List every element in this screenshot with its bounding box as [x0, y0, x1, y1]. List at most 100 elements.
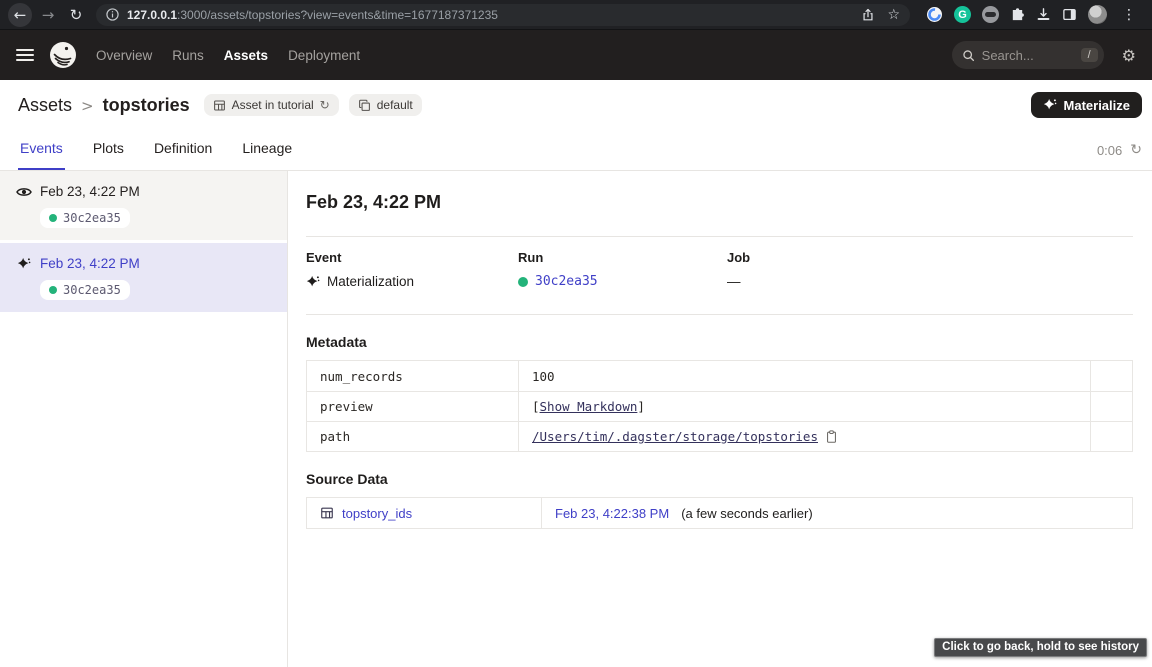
tab-events[interactable]: Events	[18, 140, 65, 170]
run-id: 30c2ea35	[63, 211, 121, 225]
metadata-section-title: Metadata	[306, 334, 1133, 350]
profile-avatar[interactable]	[1088, 5, 1107, 24]
breadcrumb: Assets > topstories	[18, 95, 190, 116]
extension-icon[interactable]	[926, 6, 943, 23]
tab-plots[interactable]: Plots	[91, 140, 126, 170]
code-location-label: Asset in tutorial	[232, 98, 314, 112]
event-type-value: Materialization	[327, 274, 414, 289]
run-status-dot	[49, 286, 57, 294]
sparkle-icon	[16, 257, 32, 271]
grammarly-icon[interactable]: G	[954, 6, 971, 23]
nav-links: Overview Runs Assets Deployment	[96, 48, 360, 63]
nav-item-assets[interactable]: Assets	[224, 48, 268, 63]
refresh-countdown-value: 0:06	[1097, 143, 1122, 158]
goggles-extension-icon[interactable]	[982, 6, 999, 23]
browser-forward-button[interactable]: →	[36, 3, 60, 27]
breadcrumb-separator: >	[81, 97, 94, 115]
address-bar[interactable]: 127.0.0.1:3000/assets/topstories?view=ev…	[96, 4, 910, 26]
code-location-badge[interactable]: Asset in tutorial ↻	[204, 94, 339, 116]
share-icon[interactable]	[861, 8, 875, 22]
source-timestamp-note: (a few seconds earlier)	[681, 506, 813, 521]
browser-toolbar: ← → ↻ 127.0.0.1:3000/assets/topstories?v…	[0, 0, 1152, 30]
event-list-item-observation[interactable]: Feb 23, 4:22 PM 30c2ea35	[0, 171, 287, 243]
asset-tabs: Events Plots Definition Lineage 0:06 ↻	[0, 130, 1152, 171]
hamburger-menu-icon[interactable]	[16, 49, 34, 61]
bookmark-star-icon[interactable]: ☆	[887, 7, 900, 23]
sparkle-icon	[306, 275, 320, 289]
reload-location-icon[interactable]: ↻	[320, 98, 330, 112]
event-list-sidebar: Feb 23, 4:22 PM 30c2ea35 Feb 23, 4:22 PM…	[0, 171, 288, 667]
event-timestamp: Feb 23, 4:22 PM	[40, 184, 140, 199]
global-search[interactable]: /	[952, 41, 1104, 69]
materialize-label: Materialize	[1064, 98, 1130, 113]
browser-back-button[interactable]: ←	[8, 3, 32, 27]
path-link[interactable]: /Users/tim/.dagster/storage/topstories	[532, 429, 818, 444]
metadata-empty-cell	[1090, 361, 1132, 391]
event-column: Event Materialization	[306, 250, 518, 289]
metadata-key: num_records	[307, 361, 518, 391]
run-id: 30c2ea35	[63, 283, 121, 297]
nav-item-deployment[interactable]: Deployment	[288, 48, 360, 63]
search-input[interactable]	[982, 48, 1068, 63]
breadcrumb-assets-link[interactable]: Assets	[18, 95, 72, 116]
back-button-tooltip: Click to go back, hold to see history	[934, 638, 1147, 657]
event-list-item-materialization[interactable]: Feb 23, 4:22 PM 30c2ea35	[0, 243, 287, 315]
run-label: Run	[518, 250, 727, 265]
tab-definition[interactable]: Definition	[152, 140, 214, 170]
copy-stack-icon	[358, 99, 371, 112]
metadata-empty-cell	[1090, 392, 1132, 421]
source-data-table: topstory_ids Feb 23, 4:22:38 PM (a few s…	[306, 497, 1133, 529]
metadata-empty-cell	[1090, 422, 1132, 451]
run-id-pill[interactable]: 30c2ea35	[40, 280, 130, 300]
dagster-logo[interactable]	[48, 40, 78, 70]
search-icon	[962, 49, 975, 62]
extensions-puzzle-icon[interactable]	[1010, 7, 1025, 22]
event-label: Event	[306, 250, 518, 265]
download-icon[interactable]	[1036, 7, 1051, 22]
nav-item-runs[interactable]: Runs	[172, 48, 204, 63]
site-info-icon[interactable]	[106, 8, 119, 21]
breadcrumb-current-asset: topstories	[103, 95, 190, 116]
refresh-icon[interactable]: ↻	[1130, 142, 1142, 158]
materialize-button[interactable]: Materialize	[1031, 92, 1142, 118]
run-status-dot	[49, 214, 57, 222]
settings-gear-icon[interactable]: ⚙	[1122, 46, 1136, 65]
run-id-pill[interactable]: 30c2ea35	[40, 208, 130, 228]
app-navbar: Overview Runs Assets Deployment / ⚙	[0, 30, 1152, 80]
table-row: num_records 100	[307, 361, 1132, 391]
event-timestamp: Feb 23, 4:22 PM	[40, 256, 140, 271]
run-column: Run 30c2ea35	[518, 250, 727, 289]
source-data-section-title: Source Data	[306, 471, 1133, 487]
tab-lineage[interactable]: Lineage	[240, 140, 294, 170]
browser-menu-icon[interactable]: ⋮	[1118, 7, 1140, 23]
job-column: Job —	[727, 250, 1133, 289]
event-detail-panel: Feb 23, 4:22 PM Event Materialization Ru…	[288, 171, 1152, 667]
job-value: —	[727, 274, 741, 289]
table-row: preview [Show Markdown]	[307, 391, 1132, 421]
table-row: path /Users/tim/.dagster/storage/topstor…	[307, 421, 1132, 451]
metadata-key: preview	[307, 392, 518, 421]
group-badge[interactable]: default	[349, 94, 422, 116]
eye-icon	[16, 186, 32, 198]
grid-icon	[213, 99, 226, 112]
bracket-open: [	[532, 399, 540, 414]
event-detail-title: Feb 23, 4:22 PM	[306, 192, 1133, 213]
run-status-dot	[518, 277, 528, 287]
browser-reload-button[interactable]: ↻	[64, 3, 88, 27]
nav-item-overview[interactable]: Overview	[96, 48, 152, 63]
bracket-close: ]	[637, 399, 645, 414]
table-row: topstory_ids Feb 23, 4:22:38 PM (a few s…	[307, 498, 1132, 528]
show-markdown-link[interactable]: Show Markdown	[540, 399, 638, 414]
url-text: 127.0.0.1:3000/assets/topstories?view=ev…	[127, 8, 853, 22]
job-label: Job	[727, 250, 1133, 265]
run-id-link[interactable]: 30c2ea35	[535, 274, 598, 289]
asset-header: Assets > topstories Asset in tutorial ↻ …	[0, 80, 1152, 130]
metadata-value: 100	[532, 369, 555, 384]
metadata-key: path	[307, 422, 518, 451]
source-timestamp-link[interactable]: Feb 23, 4:22:38 PM	[555, 506, 669, 521]
refresh-countdown: 0:06 ↻	[1097, 142, 1142, 170]
metadata-table: num_records 100 preview [Show Markdown] …	[306, 360, 1133, 452]
side-panel-icon[interactable]	[1062, 7, 1077, 22]
source-asset-link[interactable]: topstory_ids	[342, 506, 412, 521]
copy-path-icon[interactable]	[825, 430, 838, 444]
